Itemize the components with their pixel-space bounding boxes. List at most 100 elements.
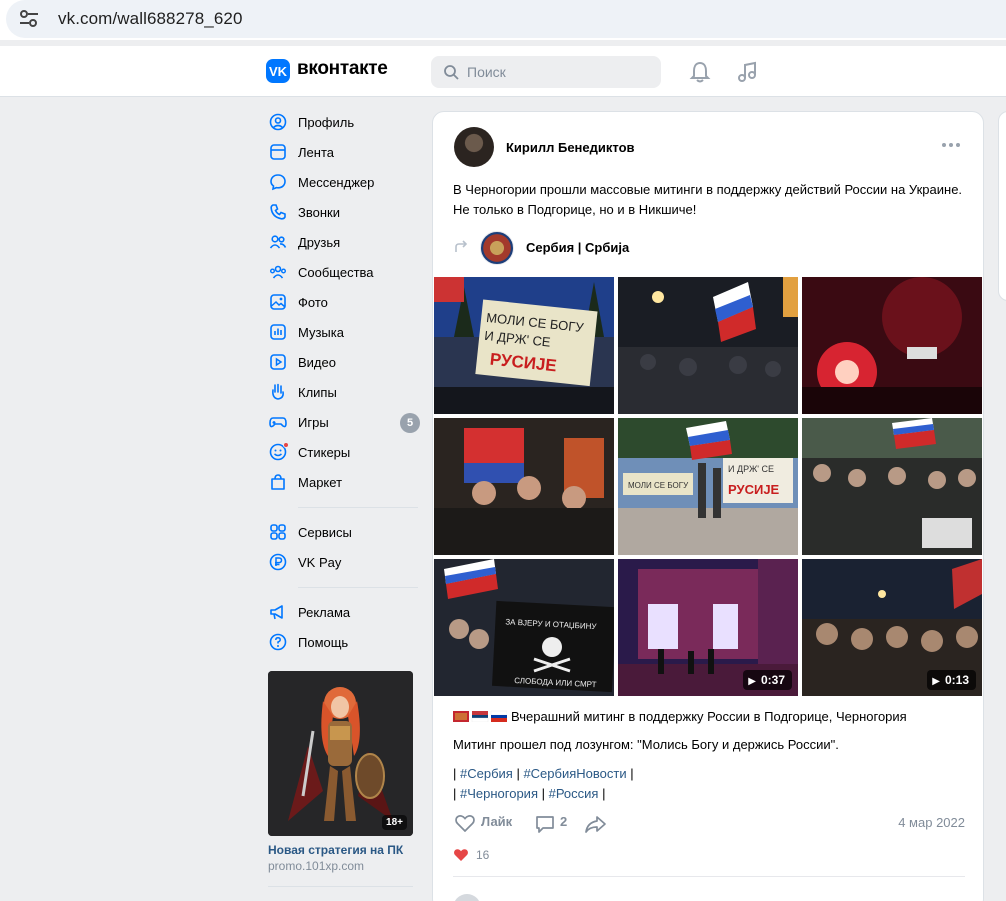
vkpay-icon — [269, 553, 287, 571]
hashtags-line-1: | #Сербия | #СербияНовости | — [453, 766, 634, 781]
help-icon — [269, 633, 287, 651]
photo-5[interactable]: МОЛИ СЕ БОГУ И ДРЖ' СЕ РУСИЈЕ — [618, 418, 798, 555]
communities-icon — [270, 265, 286, 279]
photo-7[interactable]: ЗА ВЈЕРУ И ОТАЏБИНУ СЛОБОДА ИЛИ СМРТ — [434, 559, 614, 696]
music-icon — [270, 324, 286, 340]
post-caption-text: Вчерашний митинг в поддержку России в По… — [511, 709, 907, 724]
sidebar-item-feed[interactable]: Лента — [264, 138, 424, 168]
hashtag-link[interactable]: #Черногория — [460, 786, 538, 801]
post-card: Кирилл Бенедиктов В Черногории прошли ма… — [432, 111, 984, 901]
share-arrow-icon[interactable] — [585, 814, 607, 834]
left-sidebar: Профиль Лента Мессенджер Звонки Друзья Сообще… — [264, 108, 424, 658]
sidebar-item-label: Фото — [298, 295, 328, 310]
sidebar-item-clips[interactable]: Клипы — [264, 378, 424, 408]
comment-icon[interactable] — [535, 814, 555, 834]
sidebar-item-communities[interactable]: Сообщества — [264, 258, 424, 288]
music-note-icon[interactable] — [736, 60, 758, 84]
sidebar-item-label: Профиль — [298, 115, 355, 130]
logo-text: VK — [269, 64, 288, 79]
sidebar-item-stickers[interactable]: Стикеры — [264, 438, 424, 468]
ad-domain: promo.101xp.com — [268, 859, 365, 873]
hashtag-link[interactable]: #Сербия — [460, 766, 513, 781]
sidebar-item-phone[interactable]: Звонки — [264, 198, 424, 228]
search-input[interactable]: Поиск — [431, 56, 661, 88]
market-icon — [271, 474, 285, 490]
sidebar-item-label: Звонки — [298, 205, 340, 220]
post-caption: Вчерашний митинг в поддержку России в По… — [453, 708, 907, 726]
url-field[interactable]: vk.com/wall688278_620 — [6, 0, 1006, 38]
sidebar-item-label: Реклама — [298, 605, 351, 620]
sidebar-item-ads[interactable]: Реклама — [264, 598, 424, 628]
search-placeholder: Поиск — [467, 64, 506, 80]
photo-1[interactable]: МОЛИ СЕ БОГУ И ДРЖ' СЕ РУСИЈЕ — [434, 277, 614, 414]
sidebar-item-services[interactable]: Сервисы — [264, 518, 424, 548]
video-1-duration: 0:37 — [743, 670, 792, 690]
post-hashtags: | #Сербия | #СербияНовости | | #Черногор… — [453, 764, 634, 804]
sidebar-item-label: Видео — [298, 355, 336, 370]
sidebar-item-label: Сервисы — [298, 525, 352, 540]
games-icon — [269, 417, 287, 428]
ad-title[interactable]: Новая стратегия на ПК — [268, 843, 413, 857]
video-1[interactable]: 0:37 — [618, 559, 798, 696]
author-avatar[interactable] — [454, 127, 494, 167]
like-button[interactable]: Лайк — [481, 814, 512, 829]
sidebar-item-music[interactable]: Музыка — [264, 318, 424, 348]
repost-source-avatar[interactable] — [480, 231, 514, 265]
post-text: В Черногории прошли массовые митинги в п… — [453, 182, 963, 217]
comments-divider — [453, 876, 965, 877]
ad-image[interactable]: 18+ — [268, 671, 413, 836]
post-actions: Лайк 2 4 мар 2022 — [453, 812, 965, 836]
browser-address-bar: vk.com/wall688278_620 — [0, 0, 1006, 40]
comment-count[interactable]: 2 — [560, 814, 567, 829]
more-options-icon[interactable] — [941, 140, 961, 150]
sidebar-item-games[interactable]: Игры 5 — [264, 408, 424, 438]
sidebar-item-label: Маркет — [298, 475, 343, 490]
photo-2[interactable] — [618, 277, 798, 414]
friends-icon — [269, 235, 287, 249]
post-author-name[interactable]: Кирилл Бенедиктов — [506, 140, 635, 155]
photo-6[interactable] — [802, 418, 982, 555]
url-text[interactable]: vk.com/wall688278_620 — [58, 9, 243, 29]
message-icon — [270, 174, 286, 191]
sidebar-item-label: Сообщества — [298, 265, 374, 280]
sidebar-item-market[interactable]: Маркет — [264, 468, 424, 498]
hashtags-line-2: | #Черногория | #Россия | — [453, 786, 606, 801]
commenter-avatar[interactable] — [453, 894, 481, 901]
notifications-bell-icon[interactable] — [689, 60, 711, 84]
repost-source-name[interactable]: Сербия | Србија — [526, 240, 629, 255]
games-count-badge: 5 — [400, 413, 420, 433]
sidebar-item-video[interactable]: Видео — [264, 348, 424, 378]
repost-arrow-icon — [455, 240, 468, 252]
sidebar-item-user[interactable]: Профиль — [264, 108, 424, 138]
vk-logo-icon[interactable]: VK — [266, 59, 290, 83]
post-date[interactable]: 4 мар 2022 — [898, 815, 965, 830]
sidebar-item-friends[interactable]: Друзья — [264, 228, 424, 258]
sidebar-divider — [298, 587, 418, 588]
hashtag-link[interactable]: #СербияНовости — [523, 766, 626, 781]
sidebar-item-vkpay[interactable]: VK Pay — [264, 548, 424, 578]
new-indicator-dot — [283, 442, 289, 448]
sidebar-item-message[interactable]: Мессенджер — [264, 168, 424, 198]
video-2[interactable]: 0:13 — [802, 559, 982, 696]
hashtag-link[interactable]: #Россия — [549, 786, 599, 801]
photo-3[interactable] — [802, 277, 982, 414]
sidebar-divider — [298, 507, 418, 508]
sidebar-item-label: Мессенджер — [298, 175, 375, 190]
phone-icon — [270, 204, 286, 220]
sidebar-item-help[interactable]: Помощь — [264, 628, 424, 658]
sidebar-ad[interactable]: 18+ Новая стратегия на ПК promo.101xp.co… — [268, 671, 413, 873]
photo-5-banner-line-1: МОЛИ СЕ БОГУ — [628, 481, 689, 490]
brand-name[interactable]: вконтакте — [297, 58, 388, 80]
sidebar-item-label: Лента — [298, 145, 334, 160]
ad-character-illustration — [268, 671, 413, 836]
site-settings-icon[interactable] — [18, 9, 40, 29]
photo-4[interactable] — [434, 418, 614, 555]
flags-emoji-icon — [453, 710, 507, 722]
ads-icon — [270, 605, 283, 620]
sidebar-item-photo[interactable]: Фото — [264, 288, 424, 318]
sidebar-item-label: Игры — [298, 415, 329, 430]
sidebar-item-label: Музыка — [298, 325, 344, 340]
like-heart-icon[interactable] — [455, 814, 475, 832]
services-icon — [270, 524, 286, 540]
photo-icon — [270, 294, 286, 310]
